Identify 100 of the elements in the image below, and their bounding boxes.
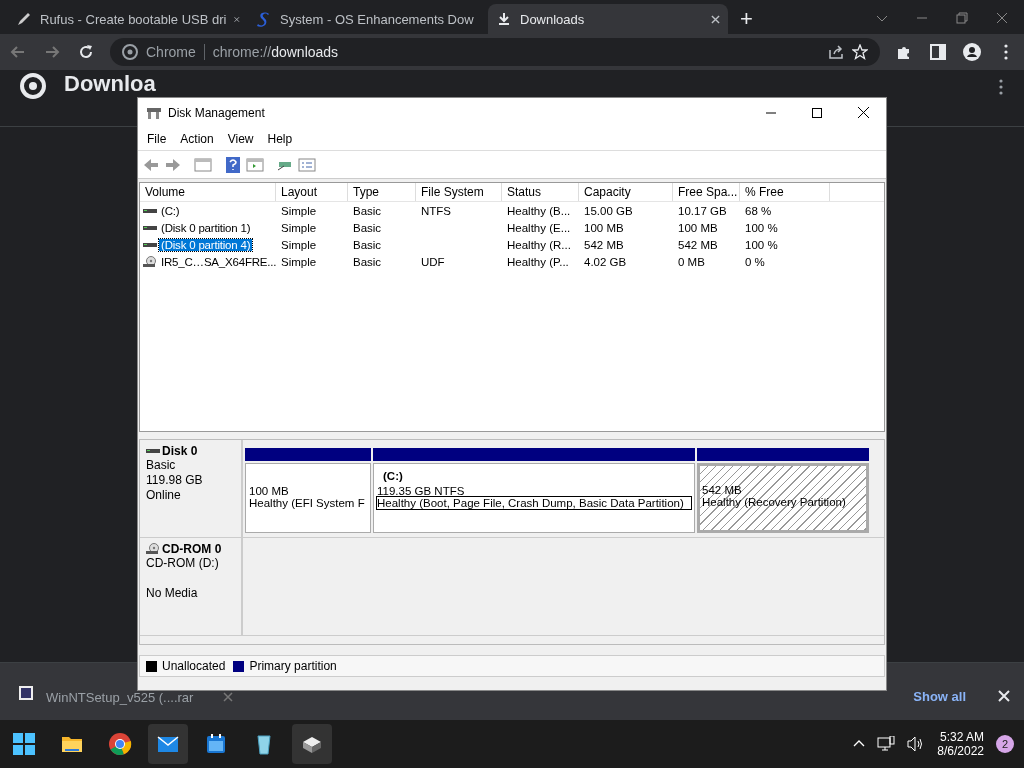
profile-icon[interactable]	[962, 42, 982, 62]
column-header[interactable]: % Free	[740, 183, 830, 201]
star-icon[interactable]	[852, 44, 868, 60]
restore-icon[interactable]	[956, 12, 968, 24]
table-cell: Basic	[353, 204, 382, 217]
table-cell: Simple	[281, 255, 317, 268]
partition-size: 119.35 GB NTFS	[377, 485, 466, 497]
table-cell: 15.00 GB	[584, 204, 633, 217]
browser-tab[interactable]: Rufus - Create bootable USB dri	[8, 4, 248, 34]
disk-detail: Online	[146, 488, 181, 502]
table-cell: 10.17 GB	[678, 204, 727, 217]
browser-logo-icon	[20, 73, 46, 99]
column-header[interactable]: File System	[416, 183, 502, 201]
table-cell: 4.02 GB	[584, 255, 627, 268]
side-panel-icon[interactable]	[928, 42, 948, 62]
download-file-name[interactable]: WinNTSetup_v525 (....rar	[46, 690, 194, 705]
partition-size: 542 MB	[702, 484, 743, 496]
help-icon[interactable]	[224, 155, 242, 174]
table-cell: Basic	[353, 238, 382, 251]
column-header[interactable]: Capacity	[579, 183, 673, 201]
table-cell: Healthy (P...	[507, 255, 569, 268]
table-cell: Healthy (E...	[507, 221, 571, 234]
table-cell: Basic	[353, 221, 382, 234]
menu-item[interactable]: File	[140, 131, 174, 146]
address-bar[interactable]: Chrome chrome://downloads	[110, 38, 880, 66]
network-icon[interactable]	[877, 736, 896, 752]
taskbar-app[interactable]	[148, 724, 188, 764]
table-cell: 100 %	[745, 238, 778, 251]
archive-file-icon	[18, 685, 36, 703]
drive-label[interactable]: IR5_C…SA_X64FRE...	[159, 255, 279, 268]
column-header[interactable]: Free Spa...	[673, 183, 740, 201]
disk-name: CD-ROM 0	[162, 542, 222, 556]
browser-logo-icon	[122, 44, 138, 60]
browser-tab[interactable]: Downloads	[488, 4, 728, 34]
table-cell: Healthy (B...	[507, 204, 571, 217]
clock[interactable]: 5:32 AM 8/6/2022	[937, 730, 984, 758]
start-icon[interactable]	[12, 732, 36, 756]
maximize-icon	[812, 107, 822, 118]
legend-label: Unallocated	[162, 659, 226, 673]
table-cell: Basic	[353, 255, 382, 268]
table-cell: UDF	[421, 255, 445, 268]
share-icon[interactable]	[828, 44, 844, 60]
partition-status: Healthy (Boot, Page File, Crash Dump, Basic Data Partition)	[377, 497, 691, 509]
close-icon	[857, 107, 869, 118]
table-cell: 68 %	[745, 204, 772, 217]
show-all-link[interactable]: Show all	[907, 688, 972, 705]
browser-tab[interactable]: System - OS Enhancements Dow	[248, 4, 488, 34]
menu-item[interactable]: View	[220, 131, 261, 146]
table-cell: 542 MB	[678, 238, 718, 251]
menu-icon[interactable]	[998, 79, 1004, 95]
column-header[interactable]: Layout	[276, 183, 348, 201]
table-cell: 0 MB	[678, 255, 705, 268]
drive-label[interactable]: (C:)	[159, 204, 182, 217]
table-cell: Simple	[281, 204, 317, 217]
drive-label[interactable]: (Disk 0 partition 4)	[159, 238, 253, 251]
close-icon[interactable]	[234, 14, 240, 24]
partition-block[interactable]: 100 MB Healthy (EFI System F	[245, 463, 371, 533]
pen-icon	[16, 11, 32, 27]
table-cell: 542 MB	[584, 238, 624, 251]
download-icon	[496, 11, 512, 27]
table-cell: 100 MB	[678, 221, 718, 234]
menu-item[interactable]: Action	[173, 131, 221, 146]
partition-status: Healthy (EFI System F	[249, 497, 366, 509]
partition-size: 100 MB	[249, 485, 290, 497]
partition-name: (C:)	[383, 470, 403, 482]
table-cell: NTFS	[421, 204, 452, 217]
menu-item[interactable]: Help	[260, 131, 300, 146]
site-label: Chrome	[146, 44, 196, 60]
cd-drive-icon	[146, 543, 160, 555]
cd-drive-icon	[143, 255, 157, 268]
table-cell: 100 MB	[584, 221, 624, 234]
new-tab-button[interactable]: +	[734, 6, 759, 32]
close-icon[interactable]	[711, 14, 720, 24]
disk-tool-icon	[146, 105, 162, 120]
legend-label: Primary partition	[249, 659, 337, 673]
calendar-icon	[204, 732, 228, 756]
notification-badge[interactable]: 2	[996, 735, 1014, 753]
url-text: chrome://downloads	[212, 44, 339, 60]
column-header[interactable]: Status	[502, 183, 579, 201]
partition-block[interactable]: 542 MB Healthy (Recovery Partition)	[697, 463, 869, 533]
drive-label[interactable]: (Disk 0 partition 1)	[159, 221, 253, 234]
table-cell: Simple	[281, 221, 317, 234]
column-header[interactable]: Volume	[140, 183, 276, 201]
disk-detail: CD-ROM (D:)	[146, 556, 219, 570]
disk-name: Disk 0	[162, 444, 198, 458]
close-icon[interactable]	[996, 12, 1008, 24]
browser-logo-icon	[108, 732, 132, 756]
table-cell: Simple	[281, 238, 317, 251]
s-logo-icon	[256, 11, 272, 27]
partition-status: Healthy (Recovery Partition)	[702, 496, 847, 508]
disk-detail: Basic	[146, 458, 176, 472]
partition-block[interactable]: (C:) 119.35 GB NTFS Healthy (Boot, Page File, Crash Dump, Basic Data Partition)	[373, 463, 695, 533]
table-cell: 100 %	[745, 221, 778, 234]
table-cell: 0 %	[745, 255, 765, 268]
window-title: Disk Management	[168, 105, 265, 120]
page-title: Downloa	[64, 71, 156, 96]
disk-detail: 119.98 GB	[146, 473, 203, 487]
taskbar-app[interactable]	[292, 724, 332, 764]
disk-detail: No Media	[146, 586, 198, 600]
column-header[interactable]: Type	[348, 183, 416, 201]
